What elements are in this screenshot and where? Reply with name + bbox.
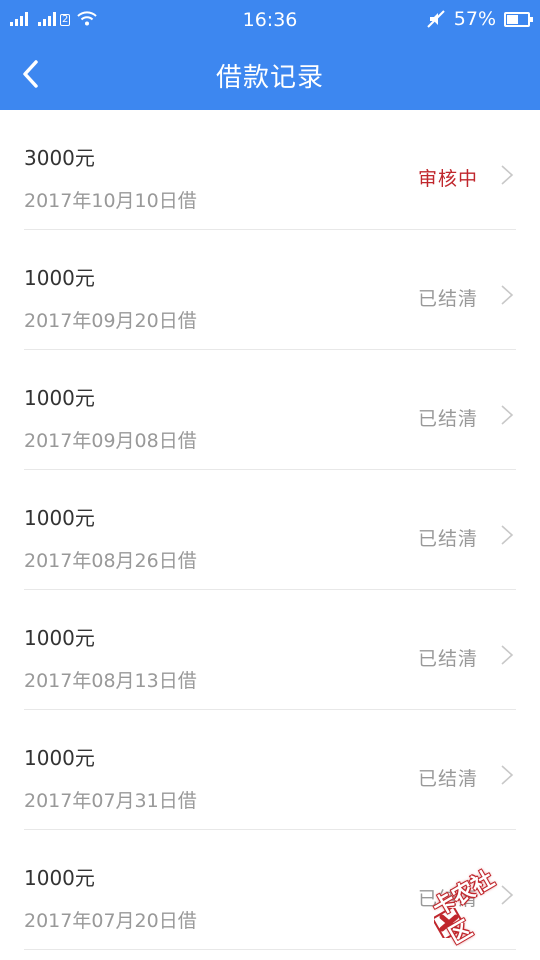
loan-amount: 1000元: [24, 626, 95, 650]
chevron-right-icon: [501, 645, 514, 665]
loan-amount: 1000元: [24, 386, 95, 410]
battery-percent: 57%: [453, 8, 496, 30]
battery-level: [507, 14, 518, 24]
status-bar: 2 16:36 57%: [0, 0, 540, 40]
header: 2 16:36 57% 借款记录: [0, 0, 540, 110]
loan-date: 2017年08月13日借: [24, 670, 197, 692]
loan-status: 已结清: [417, 288, 478, 310]
loan-amount: 1000元: [24, 866, 95, 890]
chevron-right-icon: [501, 165, 514, 185]
loan-record-list: 3000元 2017年10月10日借 审核中 1000元 2017年09月20日…: [0, 110, 540, 950]
loan-amount: 1000元: [24, 746, 95, 770]
battery-icon: [504, 11, 533, 27]
nav-bar: 借款记录: [0, 40, 540, 110]
loan-status: 已结清: [417, 408, 478, 430]
loan-record-item[interactable]: 1000元 2017年09月20日借 已结清: [0, 230, 540, 350]
loan-record-item[interactable]: 1000元 2017年08月26日借 已结清: [0, 470, 540, 590]
loan-status: 已结清: [417, 768, 478, 790]
loan-status: 已结清: [417, 648, 478, 670]
loan-record-item[interactable]: 1000元 2017年08月13日借 已结清: [0, 590, 540, 710]
loan-date: 2017年09月08日借: [24, 430, 197, 452]
watermark: 卡农社区: [429, 867, 536, 949]
loan-record-item[interactable]: 3000元 2017年10月10日借 审核中: [0, 110, 540, 230]
chevron-right-icon: [501, 525, 514, 545]
status-right: 57%: [426, 8, 533, 30]
page-title: 借款记录: [215, 63, 324, 93]
chevron-right-icon: [501, 285, 514, 305]
chevron-right-icon: [501, 405, 514, 425]
loan-amount: 1000元: [24, 506, 95, 530]
row-divider: [24, 949, 516, 950]
loan-status: 已结清: [417, 528, 478, 550]
loan-date: 2017年09月20日借: [24, 310, 197, 332]
mute-icon: [427, 10, 445, 28]
loan-amount: 1000元: [24, 266, 95, 290]
loan-amount: 3000元: [24, 146, 95, 170]
loan-date: 2017年10月10日借: [24, 190, 197, 212]
loan-date: 2017年07月31日借: [24, 790, 197, 812]
chevron-right-icon: [501, 765, 514, 785]
loan-record-item[interactable]: 1000元 2017年07月31日借 已结清: [0, 710, 540, 830]
loan-record-item[interactable]: 1000元 2017年09月08日借 已结清: [0, 350, 540, 470]
loan-status: 审核中: [417, 168, 478, 190]
loan-date: 2017年07月20日借: [24, 910, 197, 932]
loan-date: 2017年08月26日借: [24, 550, 197, 572]
